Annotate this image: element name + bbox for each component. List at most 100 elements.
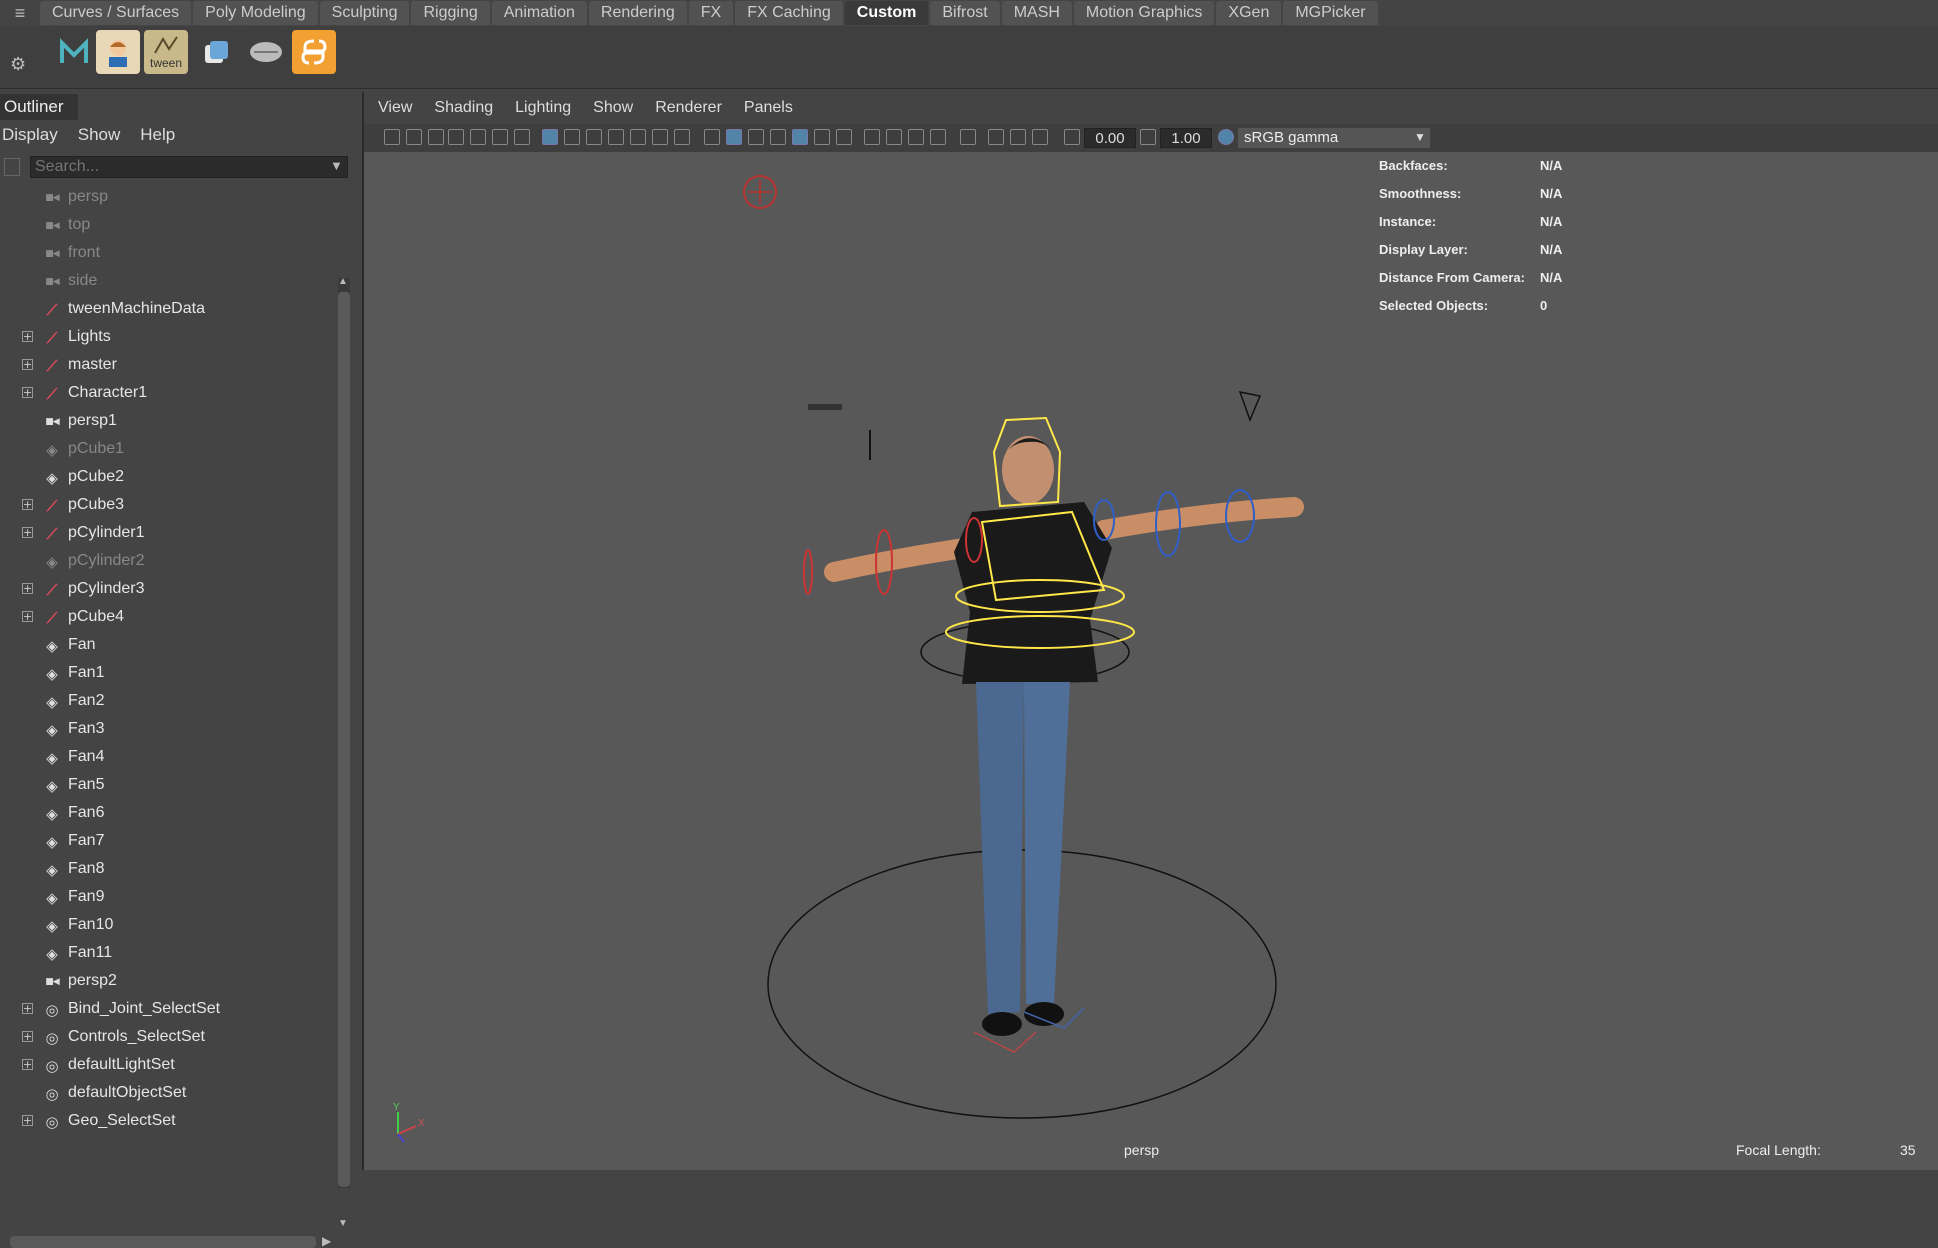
expand-toggle-icon[interactable]: +	[22, 499, 33, 510]
outliner-item[interactable]: + ⟋ pCube4	[0, 604, 336, 632]
outliner-item[interactable]: ◈ pCube1	[0, 436, 336, 464]
camera-attributes-icon[interactable]	[406, 129, 422, 145]
outliner-item[interactable]: + ⟋ Lights	[0, 324, 336, 352]
xray-icon[interactable]	[988, 129, 1004, 145]
outliner-item[interactable]: + ◎ Geo_SelectSet	[0, 1108, 336, 1132]
outliner-item[interactable]: + ⟋ pCylinder3	[0, 576, 336, 604]
shelf-gear-icon[interactable]: ⚙	[10, 54, 26, 75]
outliner-search-input[interactable]	[30, 156, 348, 178]
panel-menu-renderer[interactable]: Renderer	[655, 99, 722, 117]
outliner-item[interactable]: ◈ Fan11	[0, 940, 336, 968]
outliner-item[interactable]: ◈ Fan7	[0, 828, 336, 856]
outliner-item[interactable]: ◈ Fan4	[0, 744, 336, 772]
search-filter-icon[interactable]	[4, 158, 20, 176]
shelf-menu-icon[interactable]: ≡	[0, 0, 40, 26]
outliner-item[interactable]: ■◀ persp1	[0, 408, 336, 436]
outliner-item[interactable]: + ⟋ pCylinder1	[0, 520, 336, 548]
2d-pan-zoom-icon[interactable]	[492, 129, 508, 145]
expand-toggle-icon[interactable]: +	[22, 527, 33, 538]
exposure-icon[interactable]	[1064, 129, 1080, 145]
shelf-tab[interactable]: Animation	[491, 1, 587, 25]
outliner-item[interactable]: ◈ pCylinder2	[0, 548, 336, 576]
outliner-item[interactable]: ◈ Fan10	[0, 912, 336, 940]
outliner-item[interactable]: ■◀ persp	[0, 184, 336, 212]
anti-aliasing-icon[interactable]	[908, 129, 924, 145]
field-chart-icon[interactable]	[630, 129, 646, 145]
textured-icon[interactable]	[792, 129, 808, 145]
shelf-tab[interactable]: Poly Modeling	[193, 1, 318, 25]
shadows-icon[interactable]	[836, 129, 852, 145]
gamma-icon[interactable]	[1140, 129, 1156, 145]
outliner-item[interactable]: + ⟋ pCube3	[0, 492, 336, 520]
wireframe-on-shaded-icon[interactable]	[770, 129, 786, 145]
shelf-tab[interactable]: MASH	[1001, 1, 1072, 25]
shelf-tab[interactable]: Custom	[844, 1, 929, 25]
shelf-tab[interactable]: Rigging	[411, 1, 490, 25]
outliner-item[interactable]: + ◎ Controls_SelectSet	[0, 1024, 336, 1052]
depth-of-field-icon[interactable]	[930, 129, 946, 145]
panel-menu-panels[interactable]: Panels	[744, 99, 793, 117]
motion-blur-icon[interactable]	[886, 129, 902, 145]
outliner-menu-display[interactable]: Display	[0, 125, 62, 145]
outliner-item[interactable]: + ⟋ Character1	[0, 380, 336, 408]
gamma-field[interactable]: 1.00	[1160, 128, 1212, 148]
outliner-item[interactable]: ■◀ front	[0, 240, 336, 268]
mouse-tool-icon[interactable]	[244, 30, 288, 74]
expand-toggle-icon[interactable]: +	[22, 1003, 33, 1014]
shelf-tab[interactable]: Sculpting	[319, 1, 410, 25]
panel-menu-show[interactable]: Show	[593, 99, 633, 117]
color-space-chevron-icon[interactable]: ▼	[1414, 130, 1426, 144]
expand-toggle-icon[interactable]: +	[22, 611, 33, 622]
gate-mask-icon[interactable]	[608, 129, 624, 145]
outliner-item[interactable]: ◈ Fan2	[0, 688, 336, 716]
exposure-field[interactable]: 0.00	[1084, 128, 1136, 148]
outliner-item[interactable]: ◈ Fan1	[0, 660, 336, 688]
tween-machine-icon[interactable]: tween	[144, 30, 188, 74]
grid-icon[interactable]	[542, 129, 558, 145]
xray-active-components-icon[interactable]	[1010, 129, 1026, 145]
outliner-item[interactable]: ⟋ tweenMachineData	[0, 296, 336, 324]
shelf-tab[interactable]: Curves / Surfaces	[40, 1, 192, 25]
outliner-item[interactable]: ◈ Fan	[0, 632, 336, 660]
character-tool-icon[interactable]	[96, 30, 140, 74]
outliner-menu-help[interactable]: Help	[138, 125, 179, 145]
outliner-item[interactable]: ◈ pCube2	[0, 464, 336, 492]
maya-logo-icon[interactable]	[52, 30, 96, 74]
window-tool-icon[interactable]	[194, 30, 238, 74]
outliner-item[interactable]: + ◎ Bind_Joint_SelectSet	[0, 996, 336, 1024]
shelf-tab[interactable]: MGPicker	[1283, 1, 1378, 25]
outliner-item[interactable]: ■◀ top	[0, 212, 336, 240]
scroll-up-arrow-icon[interactable]: ▲	[338, 276, 348, 287]
outliner-item[interactable]: ■◀ persp2	[0, 968, 336, 996]
shelf-tab[interactable]: Motion Graphics	[1073, 1, 1215, 25]
safe-action-icon[interactable]	[652, 129, 668, 145]
camera-bookmark-icon[interactable]	[428, 129, 444, 145]
panel-menu-lighting[interactable]: Lighting	[515, 99, 571, 117]
outliner-item[interactable]: ◈ Fan8	[0, 856, 336, 884]
color-management-icon[interactable]	[1218, 129, 1234, 145]
outliner-item[interactable]: + ⟋ master	[0, 352, 336, 380]
panel-menu-shading[interactable]: Shading	[434, 99, 493, 117]
expand-toggle-icon[interactable]: +	[22, 583, 33, 594]
scroll-right-arrow-icon[interactable]: ▶	[322, 1234, 331, 1248]
panel-menu-view[interactable]: View	[378, 99, 412, 117]
bookmark-icon[interactable]	[448, 129, 464, 145]
default-material-icon[interactable]	[748, 129, 764, 145]
viewport-3d[interactable]: Y X Backfaces: N/A Smoothness: N/A Instance:…	[364, 152, 1938, 1170]
shelf-tab[interactable]: Bifrost	[930, 1, 1000, 25]
outliner-item[interactable]: ◈ Fan9	[0, 884, 336, 912]
safe-title-icon[interactable]	[674, 129, 690, 145]
scroll-down-arrow-icon[interactable]: ▼	[338, 1218, 348, 1229]
outliner-item[interactable]: ◈ Fan6	[0, 800, 336, 828]
use-all-lights-icon[interactable]	[814, 129, 830, 145]
expand-toggle-icon[interactable]: +	[22, 1031, 33, 1042]
outliner-item[interactable]: ◎ defaultObjectSet	[0, 1080, 336, 1108]
shelf-tab[interactable]: Rendering	[588, 1, 687, 25]
outliner-item[interactable]: ■◀ side	[0, 268, 336, 296]
shelf-tab[interactable]: FX	[688, 1, 734, 25]
isolate-select-icon[interactable]	[960, 129, 976, 145]
outliner-item[interactable]: + ◎ defaultLightSet	[0, 1052, 336, 1080]
film-gate-icon[interactable]	[564, 129, 580, 145]
expand-toggle-icon[interactable]: +	[22, 1059, 33, 1070]
expand-toggle-icon[interactable]: +	[22, 359, 33, 370]
